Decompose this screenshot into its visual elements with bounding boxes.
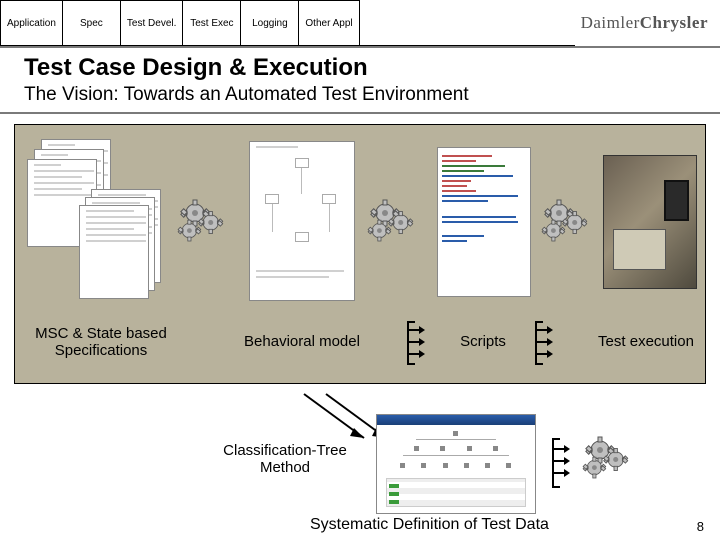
page-subtitle: The Vision: Towards an Automated Test En… [24, 84, 696, 106]
tab-application[interactable]: Application [0, 0, 63, 46]
state-doc-stack [79, 189, 169, 319]
top-bar: Application Spec Test Devel. Test Exec L… [0, 0, 720, 48]
tab-label: Other Appl [305, 18, 352, 29]
tab-label: Application [7, 18, 56, 29]
tab-label: Test Exec [190, 18, 233, 29]
param-transfer-icon [552, 438, 570, 488]
behavioral-model-doc [249, 141, 355, 301]
stage1-caption: MSC & State based Specifications [21, 325, 181, 360]
page-title: Test Case Design & Execution [24, 54, 696, 82]
scripts-doc [437, 147, 531, 297]
tab-label: Spec [80, 18, 103, 29]
flow-canvas: MSC & State based Specifications Behavio… [14, 124, 706, 384]
gears-icon [365, 197, 425, 253]
brand-part1: Daimler [581, 13, 640, 33]
gears-icon [175, 197, 235, 253]
gears-icon [580, 434, 640, 490]
test-execution-photo [603, 155, 697, 289]
tab-test-exec[interactable]: Test Exec [183, 0, 241, 46]
tab-strip: Application Spec Test Devel. Test Exec L… [0, 0, 360, 46]
brand-part2: Chrysler [640, 13, 708, 33]
tab-label: Logging [252, 18, 288, 29]
tab-underline [360, 22, 575, 46]
tab-label: Test Devel. [127, 18, 176, 29]
heading-rule [0, 112, 720, 114]
tab-test-devel[interactable]: Test Devel. [121, 0, 183, 46]
lower-section: Classification-Tree Method Systematic De… [14, 408, 706, 538]
stage4-caption: Test execution [591, 333, 701, 350]
ctm-caption: Classification-Tree Method [210, 442, 360, 477]
systematic-definition-caption: Systematic Definition of Test Data [310, 516, 549, 534]
stage2-caption: Behavioral model [227, 333, 377, 350]
headings: Test Case Design & Execution The Vision:… [0, 48, 720, 108]
ctm-screenshot [376, 414, 536, 514]
tab-other-appl[interactable]: Other Appl [299, 0, 359, 46]
tab-spec[interactable]: Spec [63, 0, 121, 46]
param-transfer-icon [535, 321, 553, 365]
stage3-caption: Scripts [443, 333, 523, 350]
page-number: 8 [697, 519, 704, 534]
tab-logging[interactable]: Logging [241, 0, 299, 46]
gears-icon [539, 197, 599, 253]
param-transfer-icon [407, 321, 425, 365]
brand-logo: DaimlerChrysler [575, 0, 720, 46]
